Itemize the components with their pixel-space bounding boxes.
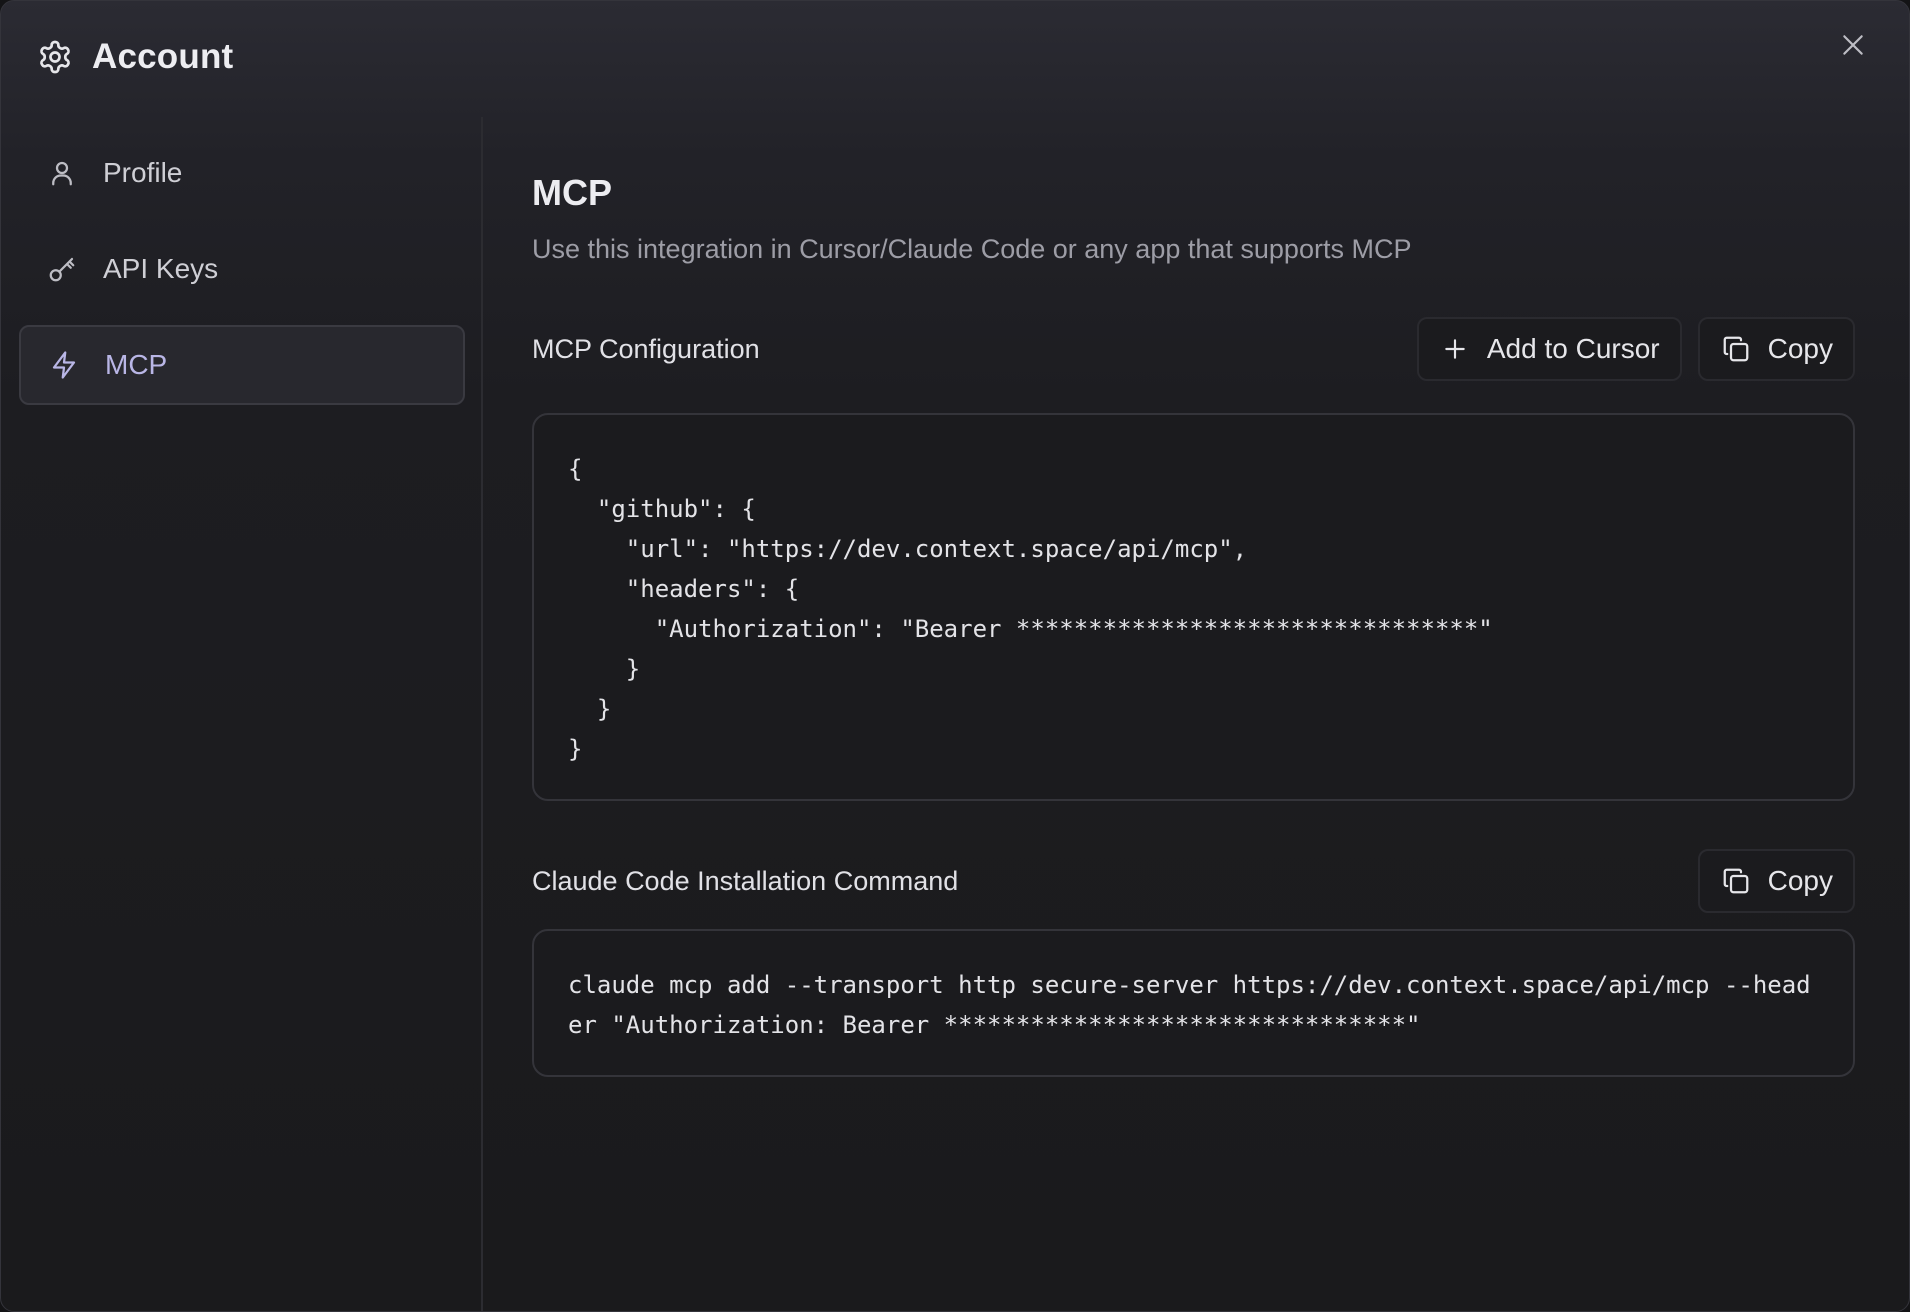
copy-icon — [1720, 865, 1752, 897]
install-section-title: Claude Code Installation Command — [532, 865, 959, 896]
sidebar-item-mcp[interactable]: MCP — [19, 325, 465, 405]
code-line: } — [568, 655, 641, 683]
gear-icon — [36, 38, 74, 76]
code-line: "Authorization": "Bearer ***************… — [568, 615, 1493, 643]
page-subtitle: Use this integration in Cursor/Claude Co… — [532, 234, 1412, 264]
copy-icon — [1720, 333, 1752, 365]
page-title: MCP — [532, 172, 612, 213]
sidebar-item-profile[interactable]: Profile — [19, 133, 465, 213]
copy-command-button[interactable]: Copy — [1697, 849, 1855, 913]
add-to-cursor-label: Add to Cursor — [1486, 333, 1660, 364]
sidebar-item-label: API Keys — [103, 253, 219, 284]
bolt-icon — [47, 348, 81, 382]
add-to-cursor-button[interactable]: Add to Cursor — [1416, 317, 1682, 381]
config-section-title: MCP Configuration — [532, 333, 760, 364]
copy-command-label: Copy — [1767, 865, 1833, 896]
code-line: } — [568, 735, 583, 763]
code-line: "github": { — [568, 495, 756, 523]
code-line: "url": "https://dev.context.space/api/mc… — [568, 535, 1248, 563]
code-line: "headers": { — [568, 575, 800, 603]
main-content: MCP Use this integration in Cursor/Claud… — [532, 171, 1855, 1077]
modal-title: Account — [92, 37, 234, 76]
modal-header: Account — [36, 35, 233, 79]
close-button[interactable] — [1835, 29, 1871, 65]
copy-config-button[interactable]: Copy — [1697, 317, 1855, 381]
sidebar-item-label: Profile — [103, 157, 183, 188]
sidebar-item-api-keys[interactable]: API Keys — [19, 229, 465, 309]
install-command-text: claude mcp add --transport http secure-s… — [568, 971, 1811, 1039]
sidebar-item-label: MCP — [105, 349, 168, 380]
plus-icon — [1439, 333, 1471, 365]
code-line: { — [568, 455, 583, 483]
config-section-header: MCP Configuration Add to Cursor Copy — [532, 317, 1855, 381]
user-icon — [45, 156, 79, 190]
key-icon — [45, 252, 79, 286]
install-section-header: Claude Code Installation Command Copy — [532, 849, 1855, 913]
close-icon — [1840, 32, 1866, 63]
account-modal: Account Profile API Keys MCP MCP Use thi… — [0, 0, 1910, 1312]
copy-config-label: Copy — [1767, 333, 1833, 364]
config-code-block[interactable]: { "github": { "url": "https://dev.contex… — [532, 413, 1855, 801]
code-line: } — [568, 695, 612, 723]
sidebar: Profile API Keys MCP — [1, 117, 483, 1311]
install-command-block[interactable]: claude mcp add --transport http secure-s… — [532, 929, 1855, 1077]
